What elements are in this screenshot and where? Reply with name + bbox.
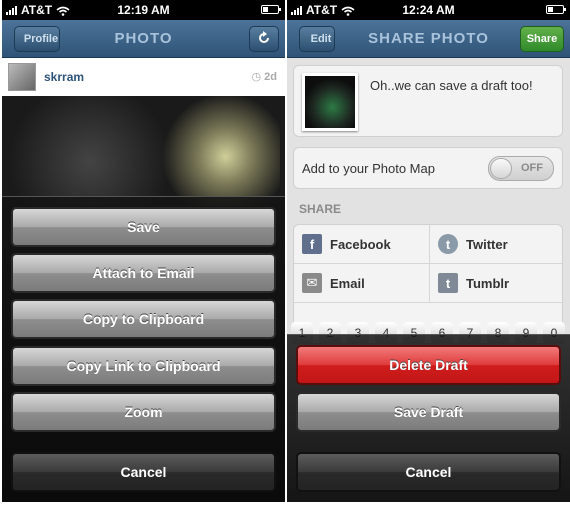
facebook-icon: f (302, 234, 322, 254)
twitter-icon: t (438, 234, 458, 254)
post-age-label: 2d (264, 71, 277, 83)
share-heading: SHARE (299, 202, 342, 216)
photo-thumbnail (302, 73, 358, 131)
tumblr-icon: t (438, 273, 458, 293)
clock-icon: ◷ (251, 71, 262, 83)
refresh-icon (257, 30, 271, 48)
share-label: Email (330, 275, 365, 291)
battery-icon (261, 5, 281, 14)
email-share-toggle[interactable]: ✉ Email (294, 264, 429, 303)
phone-screen-photo: AT&T 12:19 AM Profile PHOTO skrram ◷ 2d … (2, 0, 285, 502)
tumblr-share-toggle[interactable]: t Tumblr (429, 264, 562, 303)
action-sheet: Save Attach to Email Copy to Clipboard C… (2, 196, 285, 502)
avatar[interactable] (8, 63, 36, 91)
caption-card: Oh..we can save a draft too! (293, 65, 563, 137)
facebook-share-toggle[interactable]: f Facebook (294, 225, 429, 264)
photo-map-toggle[interactable]: OFF (488, 156, 554, 181)
nav-bar: Profile PHOTO (2, 20, 285, 58)
save-draft-button[interactable]: Save Draft (296, 392, 561, 432)
status-bar: AT&T 12:19 AM (2, 0, 285, 20)
draft-action-sheet: Delete Draft Save Draft Cancel (287, 334, 570, 502)
phone-screen-share-photo: AT&T 12:24 AM Edit SHARE PHOTO Share Oh.… (287, 0, 570, 502)
username-link[interactable]: skrram (44, 70, 84, 84)
cancel-button[interactable]: Cancel (296, 452, 561, 492)
zoom-button[interactable]: Zoom (11, 392, 276, 432)
share-label: Facebook (330, 236, 391, 252)
page-title: PHOTO (114, 30, 173, 47)
attach-to-email-button[interactable]: Attach to Email (11, 253, 276, 293)
refresh-button[interactable] (249, 26, 279, 52)
status-bar: AT&T 12:24 AM (287, 0, 570, 20)
status-time: 12:19 AM (117, 3, 170, 17)
share-label: Tumblr (466, 275, 510, 291)
twitter-share-toggle[interactable]: t Twitter (429, 225, 562, 264)
photo-map-label: Add to your Photo Map (302, 161, 435, 176)
share-label: Twitter (466, 236, 508, 252)
post-photo[interactable] (8, 96, 280, 206)
mail-icon: ✉ (302, 273, 322, 293)
toggle-state: OFF (521, 162, 543, 174)
post-header: skrram ◷ 2d (2, 58, 285, 96)
nav-bar: Edit SHARE PHOTO Share (287, 20, 570, 58)
battery-icon (546, 5, 566, 14)
copy-link-button[interactable]: Copy Link to Clipboard (11, 346, 276, 386)
cancel-button[interactable]: Cancel (11, 452, 276, 492)
post-age: ◷ 2d (251, 70, 277, 83)
photo-map-row: Add to your Photo Map OFF (293, 147, 563, 189)
caption-input[interactable]: Oh..we can save a draft too! (370, 78, 533, 93)
share-button[interactable]: Share (520, 26, 564, 52)
copy-to-clipboard-button[interactable]: Copy to Clipboard (11, 299, 276, 339)
status-time: 12:24 AM (402, 3, 455, 17)
toggle-knob (490, 158, 512, 179)
save-button[interactable]: Save (11, 207, 276, 247)
delete-draft-button[interactable]: Delete Draft (296, 345, 561, 385)
